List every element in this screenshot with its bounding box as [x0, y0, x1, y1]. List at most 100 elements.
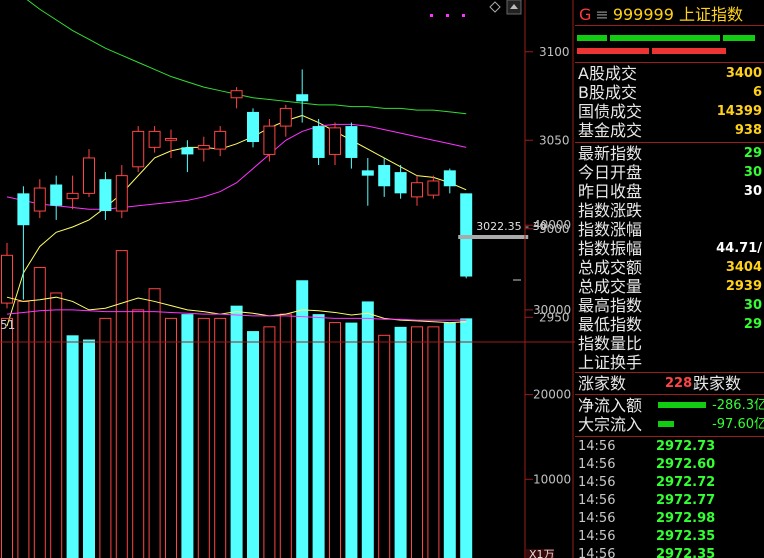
stat-row: 最低指数 29 [578, 315, 764, 334]
candle-body [460, 193, 473, 277]
summary-row: A股成交 3400 [578, 64, 764, 83]
volume-bar [148, 288, 161, 558]
volume-bar [230, 305, 243, 558]
volume-bar [427, 326, 440, 558]
volume-bar [181, 314, 194, 558]
candle-body [148, 130, 161, 148]
divider [575, 372, 764, 373]
divider [575, 62, 764, 63]
stat-value: 3404 [725, 260, 762, 275]
volume-bar [394, 326, 407, 558]
candle-body [214, 130, 227, 150]
candle-body [411, 182, 423, 198]
tick-price: 2972.60 [656, 457, 716, 472]
volume-bar [279, 313, 292, 558]
up-count-label: 涨家数 [578, 374, 627, 393]
kline-chart[interactable]: 2950300030503100315032003250 3022.35 - 3… [0, 0, 575, 558]
volume-bar [378, 334, 391, 558]
divider [575, 142, 764, 143]
volume-tick-label: 10000 [533, 472, 571, 486]
divider [575, 25, 764, 26]
tick-price: 2972.98 [656, 511, 716, 526]
annotation-line [458, 235, 529, 239]
stat-row: 总成交量 2939 [578, 277, 764, 296]
candle-body [263, 125, 276, 155]
candle-body [279, 107, 292, 127]
stat-row: 最高指数 30 [578, 296, 764, 315]
volume-bar [247, 331, 259, 558]
candle-body [50, 184, 63, 206]
stat-label: 最新指数 [578, 144, 643, 163]
volume-bar [50, 292, 63, 558]
tick-row[interactable]: 14:56 2972.98 [578, 510, 764, 528]
scroll-up-icon[interactable] [506, 0, 522, 15]
flow-label: 大宗流入 [578, 415, 643, 434]
left-edge-label: 51 [0, 318, 15, 332]
stat-value: 44.71/ [716, 241, 762, 256]
stat-value: 30 [743, 184, 762, 199]
flow-bar [658, 402, 706, 408]
diamond-icon[interactable] [489, 1, 501, 13]
price-tick-label: 3050 [539, 133, 570, 147]
stat-row: 指数涨幅 [578, 220, 764, 239]
volume-bar [443, 322, 456, 558]
tick-row[interactable]: 14:56 2972.77 [578, 492, 764, 510]
candle-body [427, 180, 440, 196]
row-value: 3400 [725, 66, 762, 81]
advance-decline-row: 涨家数 228 跌家数 [578, 374, 764, 393]
tick-row[interactable]: 14:56 2972.35 [578, 546, 764, 558]
volume-bar [361, 301, 374, 558]
volume-unit-label: X1万 [529, 548, 555, 558]
tick-row[interactable]: 14:56 2972.35 [578, 528, 764, 546]
stat-row: 指数涨跌 [578, 201, 764, 220]
volume-bar [214, 317, 227, 558]
candle-body [443, 170, 456, 187]
candle-body [230, 90, 243, 99]
security-title[interactable]: G ≡ 999999 上证指数 [579, 1, 743, 25]
volume-bar [17, 300, 30, 558]
candle-body [115, 175, 128, 212]
stat-label: 上证换手 [578, 353, 643, 372]
volume-bar [296, 280, 309, 558]
row-value: 6 [752, 85, 762, 100]
candle-body [66, 192, 79, 200]
moving-average-lines [6, 0, 467, 327]
tick-time: 14:56 [578, 457, 616, 472]
tick-price: 2972.35 [656, 529, 716, 544]
tick-time: 14:56 [578, 493, 616, 508]
candle-body [99, 179, 112, 212]
quote-panel: G ≡ 999999 上证指数 A股成交 3400 B股成交 6 国债成交 1439… [575, 0, 764, 558]
volume-tick-label: 20000 [533, 388, 571, 402]
stat-label: 最高指数 [578, 296, 643, 315]
tick-time: 14:56 [578, 439, 616, 454]
buy-bar [610, 35, 720, 41]
summary-row: B股成交 6 [578, 83, 764, 102]
tick-time: 14:56 [578, 547, 616, 558]
volume-tick-label: 40000 [533, 218, 571, 232]
tick-row[interactable]: 14:56 2972.73 [578, 438, 764, 456]
tick-row[interactable]: 14:56 2972.60 [578, 456, 764, 474]
stat-label: 指数涨跌 [578, 201, 643, 220]
row-label: 国债成交 [578, 102, 643, 121]
stat-label: 昨日收盘 [578, 182, 643, 201]
summary-row: 基金成交 938 [578, 121, 764, 140]
menu-icon[interactable]: ≡ [595, 5, 608, 24]
stat-label: 指数振幅 [578, 239, 643, 258]
stat-row: 总成交额 3404 [578, 258, 764, 277]
volume-tick-label: 30000 [533, 303, 571, 317]
tick-price: 2972.77 [656, 493, 716, 508]
flow-row: 净流入额 -286.3亿 [578, 396, 764, 415]
flow-bar [658, 421, 674, 427]
candle-body [361, 170, 374, 176]
flow-value: -97.60亿 [712, 417, 764, 432]
volume-bar [99, 317, 112, 558]
tick-price: 2972.73 [656, 439, 716, 454]
tick-time: 14:56 [578, 529, 616, 544]
volume-bars [1, 250, 473, 558]
tick-row[interactable]: 14:56 2972.72 [578, 474, 764, 492]
volume-bar [263, 326, 276, 558]
volume-bar [460, 318, 473, 558]
candle-body [33, 187, 46, 212]
volume-bar [132, 309, 145, 558]
security-name: 999999 上证指数 [612, 5, 743, 24]
